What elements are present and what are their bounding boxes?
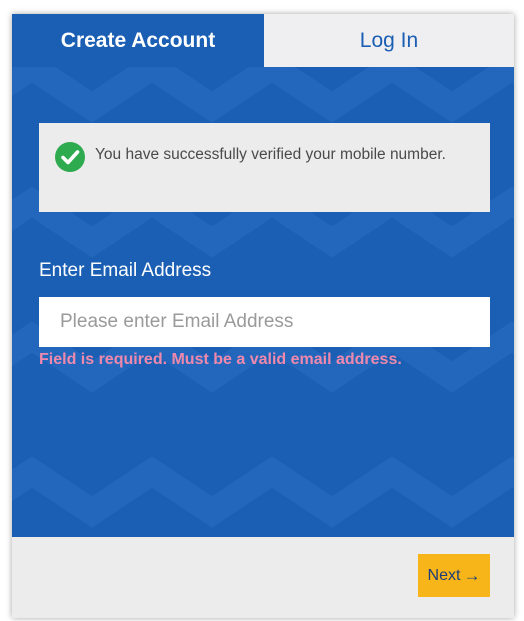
page: Create Account Log In You have successfu… [0, 0, 524, 621]
next-button[interactable]: Next → [418, 554, 490, 597]
email-error-message: Field is required. Must be a valid email… [39, 351, 402, 368]
tab-bar: Create Account Log In [12, 14, 514, 67]
arrow-right-icon: → [463, 565, 481, 585]
form-panel: You have successfully verified your mobi… [12, 67, 514, 537]
signup-card: Create Account Log In You have successfu… [12, 14, 514, 618]
email-label: Enter Email Address [39, 260, 212, 281]
footer-bar: Next → [12, 537, 514, 618]
success-notice: You have successfully verified your mobi… [39, 123, 490, 212]
check-circle-icon [55, 142, 85, 172]
next-button-label: Next [427, 566, 461, 584]
tab-create-account[interactable]: Create Account [12, 14, 264, 67]
tab-create-account-label: Create Account [60, 28, 216, 52]
tab-log-in[interactable]: Log In [264, 14, 514, 67]
tab-log-in-label: Log In [359, 28, 419, 52]
success-message: You have successfully verified your mobi… [95, 146, 446, 163]
email-input[interactable] [39, 297, 490, 347]
